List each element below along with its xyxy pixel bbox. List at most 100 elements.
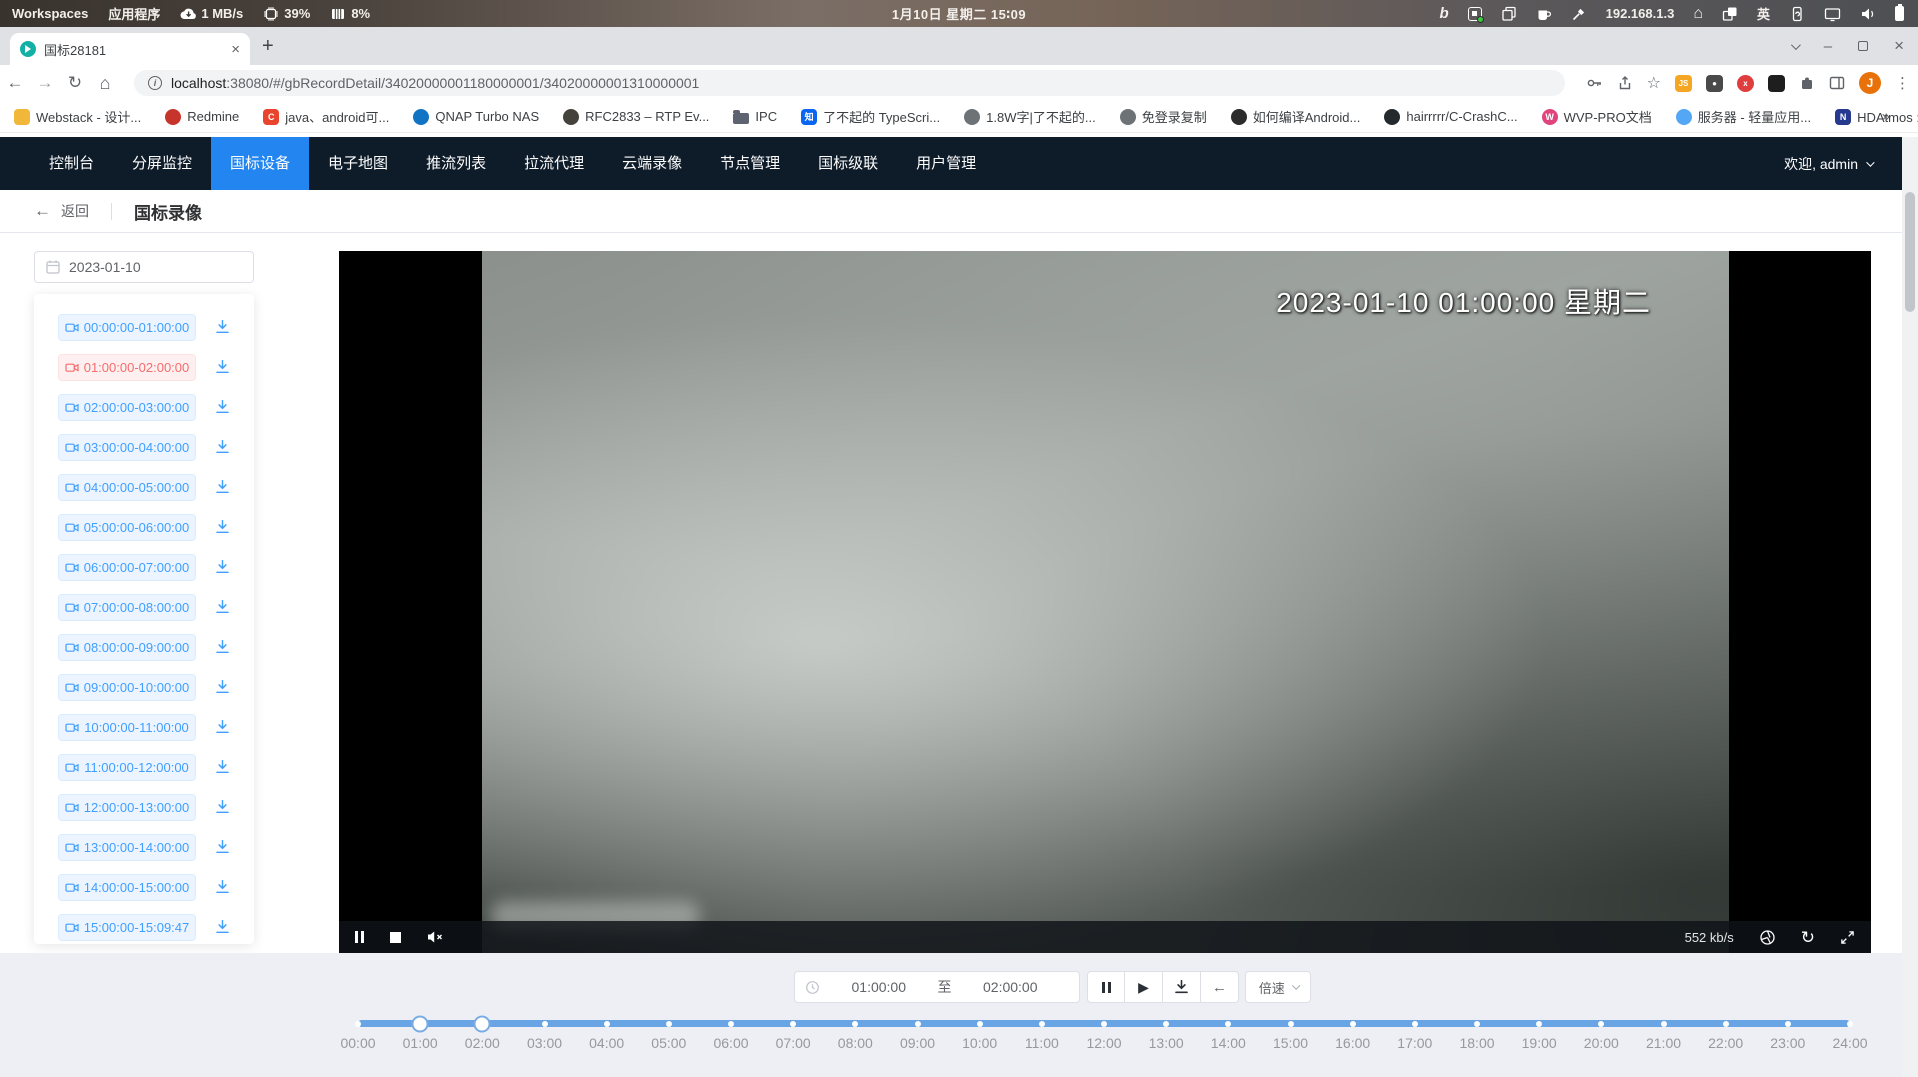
speed-dropdown[interactable]: 倍速 bbox=[1245, 971, 1311, 1003]
record-segment-button[interactable]: 09:00:00-10:00:00 bbox=[58, 674, 196, 701]
side-panel-icon[interactable] bbox=[1829, 75, 1845, 91]
nav-tab[interactable]: 用户管理 bbox=[897, 137, 995, 190]
record-segment-button[interactable]: 07:00:00-08:00:00 bbox=[58, 594, 196, 621]
ip-indicator[interactable]: 192.168.1.3 bbox=[1606, 6, 1675, 21]
record-segment-button[interactable]: 04:00:00-05:00:00 bbox=[58, 474, 196, 501]
play-button[interactable]: ▶ bbox=[1125, 971, 1163, 1003]
download-record-button[interactable] bbox=[214, 519, 231, 535]
download-record-button[interactable] bbox=[214, 319, 231, 335]
bookmark-item[interactable]: C java、android可... bbox=[263, 107, 389, 126]
nav-tab[interactable]: 分屏监控 bbox=[113, 137, 211, 190]
browser-home-button[interactable]: ⌂ bbox=[90, 73, 120, 94]
record-segment-button[interactable]: 14:00:00-15:00:00 bbox=[58, 874, 196, 901]
fullscreen-icon[interactable] bbox=[1840, 930, 1855, 945]
extension-red-icon[interactable]: x bbox=[1737, 75, 1754, 92]
close-button[interactable]: × bbox=[1894, 36, 1904, 56]
new-tab-button[interactable]: + bbox=[262, 35, 274, 58]
record-segment-button[interactable]: 11:00:00-12:00:00 bbox=[58, 754, 196, 781]
passkey-icon[interactable] bbox=[1586, 75, 1603, 91]
extensions-puzzle-icon[interactable] bbox=[1799, 75, 1815, 91]
record-segment-button[interactable]: 13:00:00-14:00:00 bbox=[58, 834, 196, 861]
pause-button[interactable] bbox=[1087, 971, 1125, 1003]
extension-js-icon[interactable]: JS bbox=[1675, 75, 1692, 92]
nav-tab[interactable]: 国标级联 bbox=[799, 137, 897, 190]
site-info-icon[interactable]: i bbox=[148, 76, 162, 90]
download-record-button[interactable] bbox=[214, 399, 231, 415]
speaker-icon[interactable] bbox=[1860, 6, 1876, 22]
record-segment-button[interactable]: 15:00:00-15:09:47 bbox=[58, 914, 196, 941]
extension-dark-icon[interactable]: ● bbox=[1706, 75, 1723, 92]
reload-button[interactable]: ↻ bbox=[60, 73, 90, 93]
share-icon[interactable] bbox=[1617, 75, 1633, 91]
tray-window-icon[interactable] bbox=[1468, 7, 1482, 21]
download-record-button[interactable] bbox=[214, 879, 231, 895]
back-button[interactable]: ← bbox=[0, 73, 30, 93]
phone-rotate-icon[interactable] bbox=[1789, 6, 1805, 22]
start-time-value[interactable]: 01:00:00 bbox=[820, 979, 938, 995]
color-picker-icon[interactable] bbox=[1571, 6, 1587, 22]
back-arrow-icon[interactable]: ← bbox=[34, 201, 51, 221]
tray-app-b-icon[interactable]: b bbox=[1439, 5, 1448, 22]
stacked-windows-icon[interactable] bbox=[1722, 6, 1738, 22]
tab-close-icon[interactable]: × bbox=[231, 41, 240, 58]
extension-black-icon[interactable] bbox=[1768, 75, 1785, 92]
bookmark-item[interactable]: 服务器 - 轻量应用... bbox=[1676, 107, 1811, 126]
download-record-button[interactable] bbox=[214, 679, 231, 695]
record-segment-button[interactable]: 05:00:00-06:00:00 bbox=[58, 514, 196, 541]
bookmarks-overflow-icon[interactable]: » bbox=[1882, 108, 1906, 125]
record-segment-button[interactable]: 06:00:00-07:00:00 bbox=[58, 554, 196, 581]
bookmark-item[interactable]: hairrrrr/C-CrashC... bbox=[1384, 109, 1517, 125]
address-bar[interactable]: i localhost:38080/#/gbRecordDetail/34020… bbox=[134, 70, 1565, 96]
time-range-input[interactable]: 01:00:00 至 02:00:00 bbox=[794, 971, 1080, 1003]
browser-menu-icon[interactable]: ⋮ bbox=[1895, 74, 1910, 92]
battery-icon[interactable] bbox=[1895, 6, 1904, 21]
applications-menu[interactable]: 应用程序 bbox=[108, 4, 160, 23]
nav-tab[interactable]: 控制台 bbox=[30, 137, 113, 190]
timeline-handle[interactable] bbox=[474, 1015, 491, 1032]
bookmark-item[interactable]: IPC bbox=[733, 109, 777, 124]
timeline-track[interactable] bbox=[358, 1020, 1850, 1027]
bookmark-item[interactable]: Webstack - 设计... bbox=[14, 107, 141, 126]
record-segment-button[interactable]: 10:00:00-11:00:00 bbox=[58, 714, 196, 741]
clock[interactable]: 1月10日 星期二 15∶09 bbox=[892, 4, 1026, 23]
nav-tab[interactable]: 国标设备 bbox=[211, 137, 309, 190]
seek-back-button[interactable]: ← bbox=[1201, 971, 1239, 1003]
download-record-button[interactable] bbox=[214, 839, 231, 855]
minimize-button[interactable]: – bbox=[1824, 38, 1832, 55]
bookmark-item[interactable]: 如何编译Android... bbox=[1231, 107, 1361, 126]
record-segment-button[interactable]: 00:00:00-01:00:00 bbox=[58, 314, 196, 341]
input-method-indicator[interactable]: 英 bbox=[1757, 4, 1770, 23]
page-scrollbar[interactable] bbox=[1902, 137, 1918, 1077]
download-record-button[interactable] bbox=[214, 719, 231, 735]
date-picker[interactable]: 2023-01-10 bbox=[34, 251, 254, 283]
copy-icon[interactable] bbox=[1501, 6, 1517, 22]
user-menu[interactable]: 欢迎, admin bbox=[1784, 154, 1902, 174]
nav-tab[interactable]: 电子地图 bbox=[309, 137, 407, 190]
shutter-settings-icon[interactable] bbox=[1759, 929, 1776, 946]
nav-tab[interactable]: 云端录像 bbox=[603, 137, 701, 190]
maximize-button[interactable] bbox=[1858, 41, 1868, 51]
back-link[interactable]: 返回 bbox=[61, 201, 89, 221]
browser-tab[interactable]: 国标28181 × bbox=[10, 33, 250, 65]
download-record-button[interactable] bbox=[214, 359, 231, 375]
record-segment-button[interactable]: 02:00:00-03:00:00 bbox=[58, 394, 196, 421]
timeline-handle[interactable] bbox=[412, 1015, 429, 1032]
nav-tab[interactable]: 拉流代理 bbox=[505, 137, 603, 190]
pause-icon[interactable] bbox=[355, 931, 364, 943]
stop-icon[interactable] bbox=[390, 932, 401, 943]
bookmark-item[interactable]: QNAP Turbo NAS bbox=[413, 109, 539, 125]
record-segment-button[interactable]: 08:00:00-09:00:00 bbox=[58, 634, 196, 661]
download-record-button[interactable] bbox=[214, 559, 231, 575]
refresh-icon[interactable]: ↻ bbox=[1801, 929, 1815, 946]
profile-avatar[interactable]: J bbox=[1859, 72, 1881, 94]
home-icon[interactable]: ⌂ bbox=[1693, 5, 1703, 23]
video-player[interactable]: 2023-01-10 01:00:00 星期二 552 kb/s ↻ bbox=[339, 251, 1871, 953]
download-record-button[interactable] bbox=[214, 759, 231, 775]
scrollbar-thumb[interactable] bbox=[1905, 192, 1915, 312]
end-time-value[interactable]: 02:00:00 bbox=[952, 979, 1070, 995]
bookmark-item[interactable]: 1.8W字|了不起的... bbox=[964, 107, 1096, 126]
bookmark-item[interactable]: W WVP-PRO文档 bbox=[1542, 107, 1652, 126]
record-segment-button[interactable]: 12:00:00-13:00:00 bbox=[58, 794, 196, 821]
download-record-button[interactable] bbox=[214, 639, 231, 655]
bookmark-item[interactable]: 知 了不起的 TypeScri... bbox=[801, 107, 940, 126]
